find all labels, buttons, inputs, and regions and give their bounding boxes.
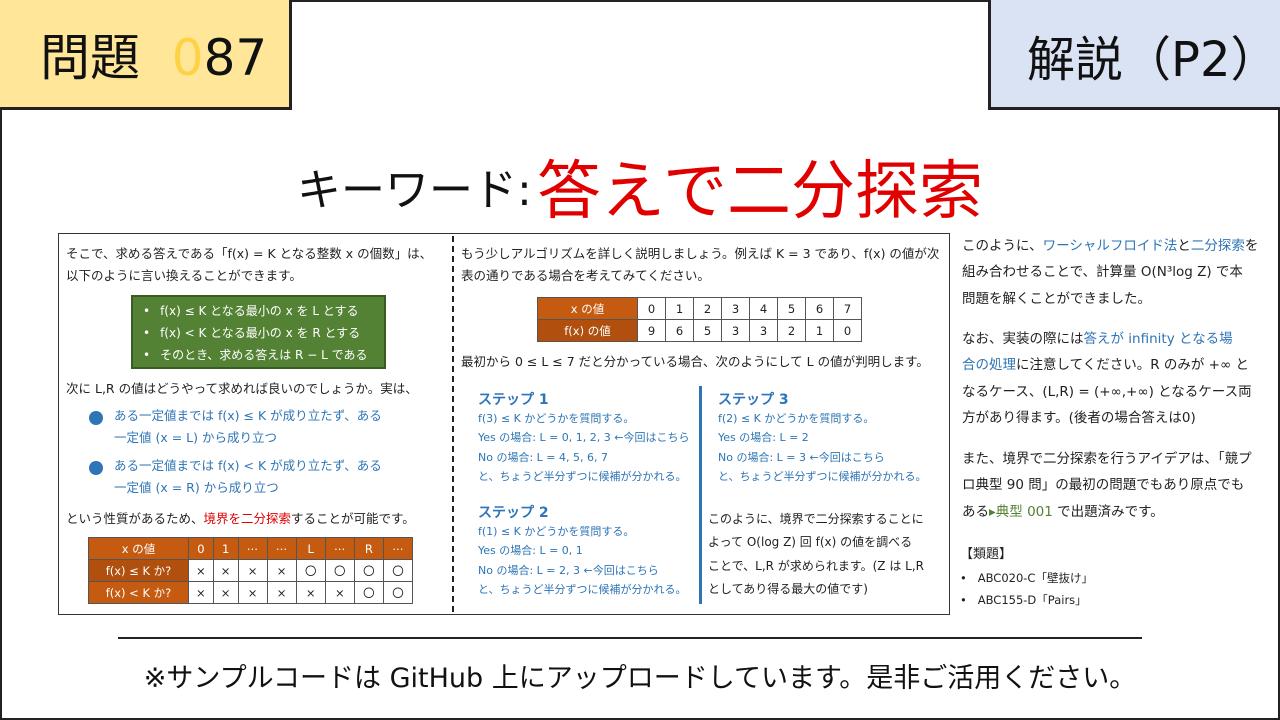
step-separator (699, 386, 702, 604)
property-1: ある一定値までは f(x) ≤ K が成り立たず、ある 一定値 (x = L) … (114, 408, 382, 445)
link-infinity-handling[interactable]: 答えが infinity となる場 (1084, 331, 1233, 347)
step-1-body: f(3) ≤ K かどうかを質問する。 Yes の場合: L = 0, 1, 2… (478, 412, 690, 483)
footer-note: ※サンプルコードは GitHub 上にアップロードしています。是非ご活用ください… (143, 663, 1137, 694)
boundary-table: x の値 01 ⋯ ⋯ L ⋯ R ⋯ f(x) ≤ K か? × × × × 〇〇 〇〇… (88, 537, 414, 604)
table-row: f(x) < K か? × × × × × × 〇〇 (88, 581, 414, 604)
middle-paragraph-2: 最初から 0 ≤ L ≤ 7 だと分かっている場合、次のようにして L の値が判… (461, 354, 929, 369)
definition-item: そのとき、求める答えは R − L である (143, 344, 384, 366)
column-divider (452, 236, 454, 612)
keyword-value: 答えで二分探索 (536, 155, 983, 229)
middle-paragraph-1: もう少しアルゴリズムを詳しく説明しましょう。例えば K = 3 であり、f(x)… (461, 246, 940, 283)
bullet-icon (89, 411, 103, 425)
table-row: f(x) の値 96 53 32 10 (537, 319, 862, 342)
step-2-title: ステップ 2 (478, 505, 549, 521)
side-paragraph-2: なお、実装の際には答えが infinity となる場 合の処理に注意してください… (962, 331, 1252, 426)
left-paragraph-2: 次に L,R の値はどうやって求めれば良いのでしょうか。実は、 (66, 381, 418, 396)
definition-item: f(x) < K となる最小の x を R とする (143, 322, 384, 344)
left-paragraph-1: そこで、求める答えである「f(x) = K となる整数 x の個数」は、 以下の… (66, 246, 433, 283)
side-paragraph-1: このように、ワーシャルフロイド法と二分探索を 組み合わせることで、計算量 O(N… (962, 238, 1259, 307)
link-typical-001[interactable]: ▸典型 001 (989, 504, 1053, 520)
step-3-title: ステップ 3 (718, 392, 789, 408)
definition-box: f(x) ≤ K となる最小の x を L とする f(x) < K となる最小… (131, 295, 386, 369)
property-2: ある一定値までは f(x) < K が成り立たず、ある 一定値 (x = R) … (114, 458, 382, 495)
section-header: 解説（P2） (988, 0, 1280, 110)
step-2-body: f(1) ≤ K かどうかを質問する。 Yes の場合: L = 0, 1 No… (478, 525, 687, 596)
keyword-label: キーワード: (296, 165, 532, 216)
middle-conclusion: このように、境界で二分探索することに よって O(log Z) 回 f(x) の… (708, 512, 924, 597)
left-paragraph-3: という性質があるため、境界を二分探索することが可能です。 (66, 511, 415, 526)
bullet-icon (89, 461, 103, 475)
table-row: f(x) ≤ K か? × × × × 〇〇 〇〇 (88, 559, 414, 582)
related-item: • ABC155-D「Pairs」 (960, 593, 1087, 607)
highlight-text: 境界を二分探索 (203, 511, 292, 526)
table-row: x の値 01 ⋯ ⋯ L ⋯ R ⋯ (88, 537, 414, 560)
related-title: 【類題】 (960, 547, 1013, 562)
step-1-title: ステップ 1 (478, 392, 549, 408)
side-paragraph-3: また、境界で二分探索を行うアイデアは、「競プ ロ典型 90 問」の最初の問題でも… (962, 451, 1252, 520)
link-warshall-floyd[interactable]: ワーシャルフロイド法 (1043, 238, 1178, 254)
problem-title: 問題 087 (40, 29, 268, 87)
footer-rule (118, 637, 1142, 639)
step-3-body: f(2) ≤ K かどうかを質問する。 Yes の場合: L = 2 No の場… (718, 412, 927, 483)
link-binary-search[interactable]: 二分探索 (1191, 238, 1245, 254)
problem-header: 問題 087 (0, 0, 292, 110)
related-item: • ABC020-C「壁抜け」 (960, 571, 1093, 585)
section-title: 解説（P2） (1027, 32, 1279, 88)
fx-table: x の値 01 23 45 67 f(x) の値 96 53 32 10 (537, 297, 862, 342)
keyword-heading: キーワード: 答えで二分探索 (0, 140, 1280, 232)
definition-item: f(x) ≤ K となる最小の x を L とする (143, 300, 384, 322)
table-row: x の値 01 23 45 67 (537, 297, 862, 320)
